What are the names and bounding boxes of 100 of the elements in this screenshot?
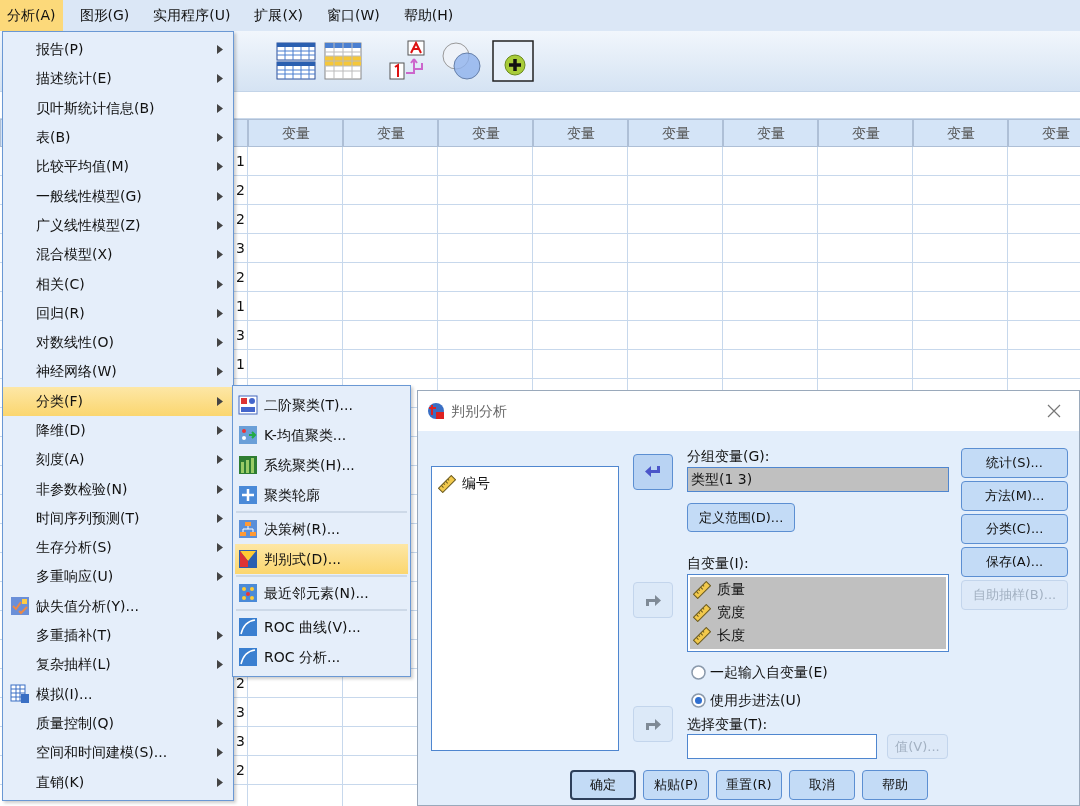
arrow-icon <box>217 396 223 406</box>
menu-item[interactable]: 贝叶斯统计信息(B) <box>3 93 233 123</box>
app-icon <box>427 402 445 420</box>
chart-check-icon <box>9 596 30 617</box>
list-item[interactable]: 质量 <box>693 578 943 601</box>
dialog-button[interactable]: 保存(A)... <box>961 547 1068 577</box>
cluster-icon <box>238 395 258 415</box>
dialog-button[interactable]: 方法(M)... <box>961 481 1068 511</box>
table-icon[interactable] <box>276 41 316 81</box>
arrow-icon <box>217 777 223 787</box>
dialog-button[interactable]: 取消 <box>789 770 855 800</box>
dialog-button[interactable]: 统计(S)... <box>961 448 1068 478</box>
arrow-icon <box>217 367 223 377</box>
list-item[interactable]: 长度 <box>693 624 943 647</box>
radio-button[interactable] <box>691 692 706 708</box>
arrow-icon <box>217 455 223 465</box>
menu-item[interactable]: 多重响应(U) <box>3 562 233 592</box>
arrow-icon <box>217 162 223 172</box>
scatter-icon <box>238 425 258 445</box>
arrow-icon <box>217 338 223 348</box>
move-button[interactable] <box>633 454 673 490</box>
menu-item[interactable]: 二阶聚类(T)... <box>235 390 408 420</box>
grouping-field[interactable]: 类型(1 3) <box>687 467 949 492</box>
window-title: 判别分析 <box>451 401 507 421</box>
arrow-icon <box>217 426 223 435</box>
radio-option[interactable]: 使用步进法(U) <box>691 686 949 714</box>
right-arrow-icon <box>644 716 662 732</box>
arrow-icon <box>217 279 223 289</box>
triangle-split-icon <box>238 549 258 569</box>
menu-item[interactable]: 最近邻元素(N)... <box>235 578 408 608</box>
menu-item[interactable]: 实用程序(U) <box>146 0 238 31</box>
define-range-button[interactable]: 定义范围(D)... <box>687 503 795 532</box>
arrow-icon <box>217 74 223 84</box>
menu-item[interactable]: 帮助(H) <box>396 0 461 31</box>
list-item[interactable]: 编号 <box>438 473 612 494</box>
radio-option[interactable]: 一起输入自变量(E) <box>691 658 949 686</box>
menu-item[interactable]: ROC 分析... <box>235 642 408 672</box>
menu-item[interactable]: 判别式(D)... <box>235 544 408 574</box>
add-icon[interactable] <box>492 40 534 82</box>
column-header: 变量 <box>913 119 1008 147</box>
menu-item[interactable]: K-均值聚类... <box>235 420 408 450</box>
radio-button[interactable] <box>691 664 706 680</box>
arrow-icon <box>217 660 223 670</box>
arrow-icon <box>217 133 223 143</box>
curve-icon <box>238 617 258 637</box>
arrow-icon <box>217 103 223 113</box>
menu-item[interactable]: 描述统计(E) <box>3 64 233 94</box>
arrow-icon <box>217 308 223 318</box>
curve-icon <box>238 647 258 667</box>
field-label: 分组变量(G): <box>687 447 771 465</box>
column-header: 变量 <box>818 119 913 147</box>
arrow-icon <box>217 250 223 260</box>
ruler-icon <box>693 580 711 599</box>
arrow-icon <box>217 718 223 728</box>
dots-icon <box>238 583 258 603</box>
menu-item[interactable]: 扩展(X) <box>247 0 310 31</box>
menu-item[interactable]: 系统聚类(H)... <box>235 450 408 480</box>
plus-icon <box>238 485 258 505</box>
menu-item[interactable]: 窗口(W) <box>320 0 387 31</box>
arrow-icon <box>217 631 223 641</box>
dialog-button[interactable]: 重置(R) <box>716 770 782 800</box>
close-icon[interactable] <box>1047 404 1061 418</box>
menu-item[interactable]: 非参数检验(N) <box>3 474 233 504</box>
menu-item[interactable]: 时间序列预测(T) <box>3 503 233 534</box>
arrow-icon <box>217 45 223 55</box>
menu-item[interactable]: 缺失值分析(Y)... <box>3 591 233 621</box>
column-header: 变量 <box>1008 119 1080 147</box>
arrow-icon <box>217 572 223 582</box>
spreadsheet-icon[interactable] <box>324 41 362 81</box>
field-label: 自变量(I): <box>687 554 750 572</box>
column-header: 变量 <box>248 119 343 147</box>
menu-item[interactable]: 图形(G) <box>72 0 137 31</box>
menu-item[interactable]: 降维(D) <box>3 415 233 446</box>
menu-item[interactable]: 报告(P) <box>3 35 233 65</box>
arrow-icon <box>217 220 223 230</box>
right-arrow-icon <box>644 592 662 608</box>
menu-item[interactable]: 决策树(R)... <box>235 514 408 544</box>
arrow-icon <box>217 191 223 201</box>
column-header: 变量 <box>628 119 723 147</box>
selection-field[interactable] <box>687 734 877 759</box>
venn-icon[interactable] <box>440 40 484 82</box>
column-header: 变量 <box>533 119 628 147</box>
dialog-button[interactable]: 确定 <box>570 770 636 800</box>
menu-item[interactable]: 多重插补(T) <box>3 620 233 651</box>
field-label: 选择变量(T): <box>687 715 769 733</box>
bar-chart-icon <box>238 455 258 475</box>
arrow-icon <box>217 484 223 494</box>
menu-item[interactable]: ROC 曲线(V)... <box>235 612 408 642</box>
dialog-button[interactable]: 分类(C)... <box>961 514 1068 544</box>
left-arrow-icon <box>644 464 662 480</box>
menu-item[interactable]: 刻度(A) <box>3 445 233 475</box>
menu-item[interactable]: 生存分析(S) <box>3 533 233 563</box>
menu-item[interactable]: 分类(F) <box>3 386 233 416</box>
dialog-button[interactable]: 粘贴(P) <box>643 770 709 800</box>
menu-item[interactable]: 聚类轮廓 <box>235 480 408 510</box>
column-header: 变量 <box>343 119 438 147</box>
menu-item[interactable]: 分析(A) <box>0 0 63 31</box>
list-item[interactable]: 宽度 <box>693 601 943 624</box>
dialog-button[interactable]: 帮助 <box>862 770 928 800</box>
arrow-icon <box>217 513 223 523</box>
